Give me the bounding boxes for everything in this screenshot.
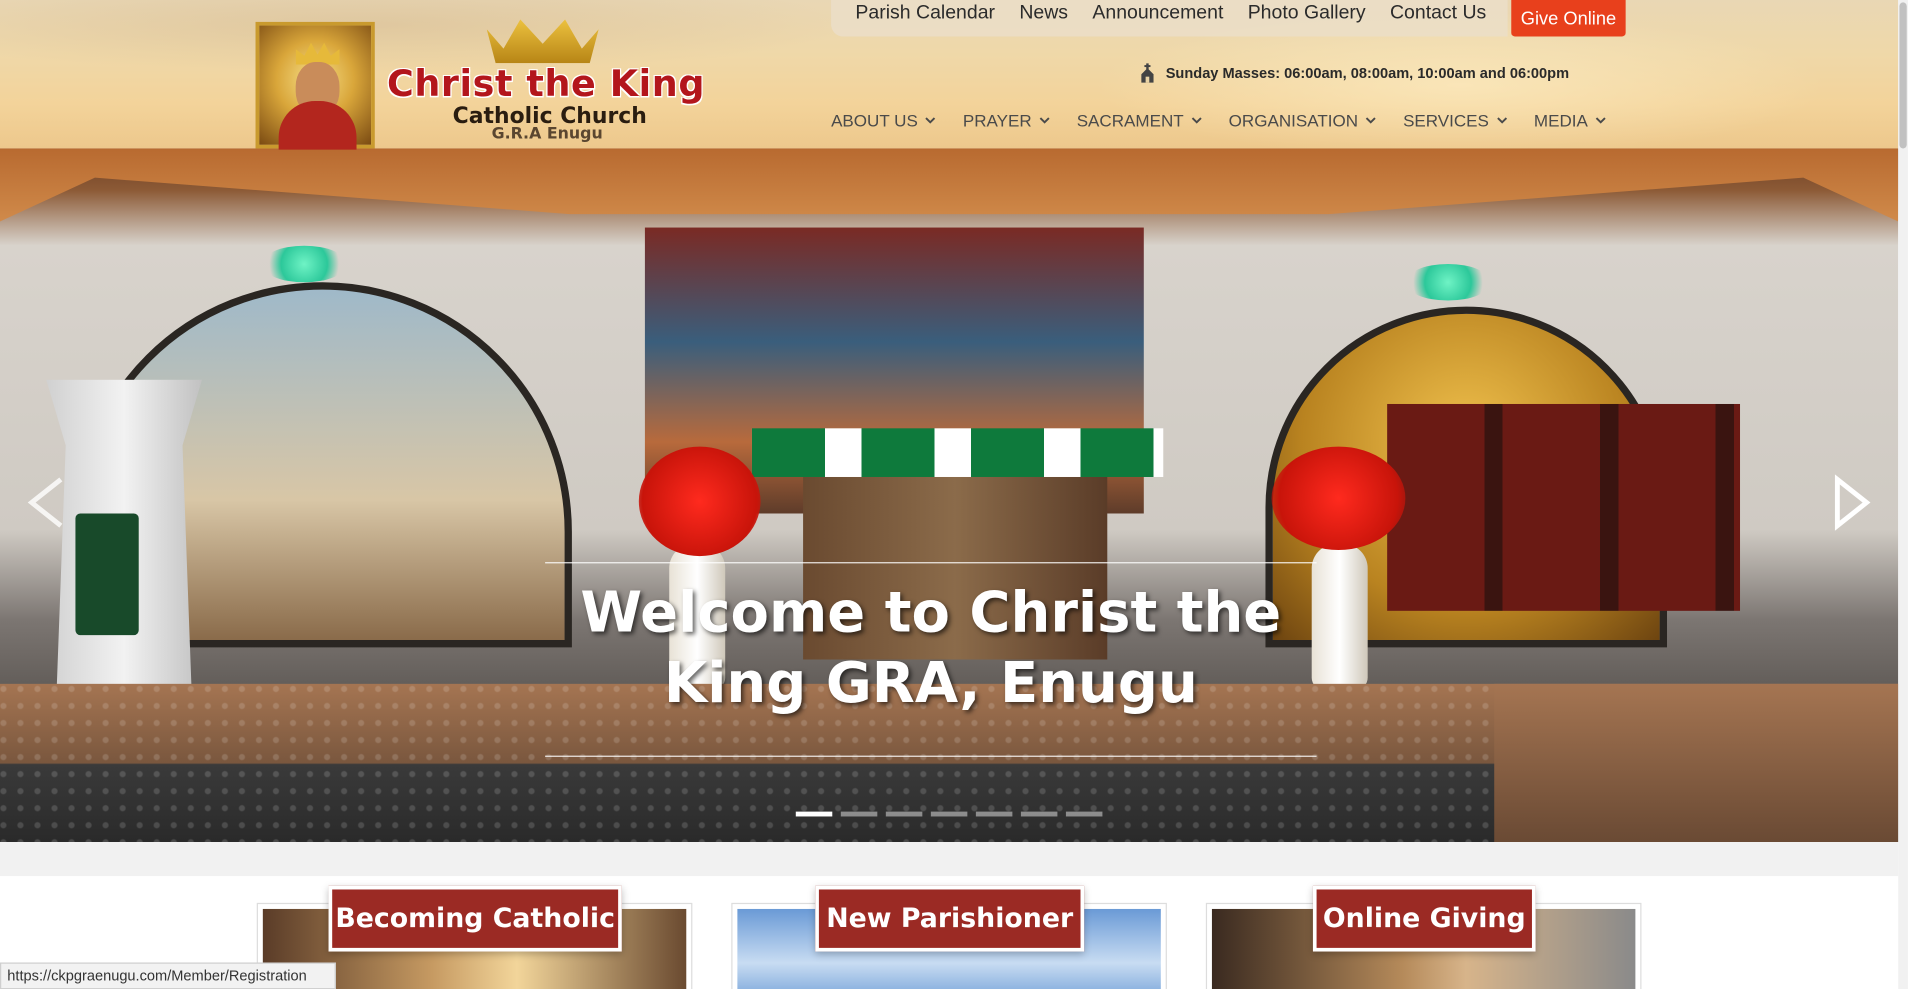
page-scrollbar[interactable] xyxy=(1898,0,1908,989)
nav-label: ABOUT US xyxy=(831,110,918,131)
chevron-down-icon xyxy=(1365,117,1376,124)
chevron-down-icon xyxy=(1039,117,1050,124)
give-online-button[interactable]: Give Online xyxy=(1511,0,1626,37)
top-links: Parish Calendar News Announcement Photo … xyxy=(855,2,1486,24)
chevron-down-icon xyxy=(1191,117,1202,124)
nav-sacrament[interactable]: SACRAMENT xyxy=(1077,111,1202,130)
nav-about-us[interactable]: ABOUT US xyxy=(831,111,936,130)
mass-times-text: Sunday Masses: 06:00am, 08:00am, 10:00am… xyxy=(1165,64,1570,82)
browser-status-url: https://ckpgraenugu.com/Member/Registrat… xyxy=(0,962,336,989)
hero-image-flowers-right xyxy=(1271,446,1406,550)
top-link-news[interactable]: News xyxy=(1019,2,1068,24)
next-slide-arrow-icon[interactable] xyxy=(1828,472,1877,533)
logo-title[interactable]: Christ the King xyxy=(387,63,705,106)
top-link-parish-calendar[interactable]: Parish Calendar xyxy=(855,2,995,24)
nav-services[interactable]: SERVICES xyxy=(1403,111,1507,130)
hero-image-light xyxy=(261,245,347,283)
hero-image-altar-cloth xyxy=(751,428,1164,477)
slide-dot[interactable] xyxy=(795,811,833,817)
hero-image-granite-right xyxy=(1494,683,1899,843)
nav-label: ORGANISATION xyxy=(1228,110,1359,131)
chevron-down-icon xyxy=(925,117,936,124)
chevron-down-icon xyxy=(1595,117,1606,124)
online-giving-button[interactable]: Online Giving xyxy=(1312,885,1536,952)
nav-media[interactable]: MEDIA xyxy=(1534,111,1606,130)
nav-label: SACRAMENT xyxy=(1076,110,1184,131)
section-divider xyxy=(0,842,1899,877)
nav-prayer[interactable]: PRAYER xyxy=(963,111,1050,130)
chevron-down-icon xyxy=(1496,117,1507,124)
nav-label: MEDIA xyxy=(1533,110,1588,131)
slide-indicators xyxy=(795,811,1103,817)
mass-info: Sunday Masses: 06:00am, 08:00am, 10:00am… xyxy=(1139,63,1570,83)
top-link-contact-us[interactable]: Contact Us xyxy=(1390,2,1486,24)
hero-image-pulpit-panel xyxy=(75,513,139,636)
hero-image-light xyxy=(1405,264,1491,301)
scrollbar-thumb[interactable] xyxy=(1899,2,1907,149)
slide-dot[interactable] xyxy=(840,811,878,817)
hero-slider[interactable]: Welcome to Christ the King GRA, Enugu xyxy=(0,148,1899,843)
logo-location: G.R.A Enugu xyxy=(491,125,603,144)
slide-dot[interactable] xyxy=(1065,811,1103,817)
top-link-photo-gallery[interactable]: Photo Gallery xyxy=(1248,2,1366,24)
hero-image-flowers-left xyxy=(638,446,761,557)
nav-label: SERVICES xyxy=(1403,110,1489,131)
hero-image-chairs xyxy=(1387,403,1741,611)
new-parishioner-button[interactable]: New Parishioner xyxy=(815,885,1085,952)
hero-image-vase-right xyxy=(1311,543,1368,690)
slide-dot[interactable] xyxy=(975,811,1013,817)
nav-organisation[interactable]: ORGANISATION xyxy=(1229,111,1377,130)
slide-dot[interactable] xyxy=(930,811,968,817)
prev-slide-arrow-icon[interactable] xyxy=(22,472,71,533)
hero-title-line1: Welcome to Christ the xyxy=(580,579,1282,645)
nav-label: PRAYER xyxy=(962,110,1032,131)
hero-title: Welcome to Christ the King GRA, Enugu xyxy=(545,577,1316,718)
slide-dot[interactable] xyxy=(1020,811,1058,817)
church-icon xyxy=(1141,63,1154,83)
slide-dot[interactable] xyxy=(885,811,923,817)
hero-title-line2: King GRA, Enugu xyxy=(663,649,1198,716)
hero-image-ceiling xyxy=(0,148,1899,222)
becoming-catholic-button[interactable]: Becoming Catholic xyxy=(328,885,622,952)
top-link-announcement[interactable]: Announcement xyxy=(1092,2,1223,24)
logo-portrait-image[interactable] xyxy=(255,21,375,150)
main-nav: ABOUT US PRAYER SACRAMENT ORGANISATION S… xyxy=(831,111,1606,130)
